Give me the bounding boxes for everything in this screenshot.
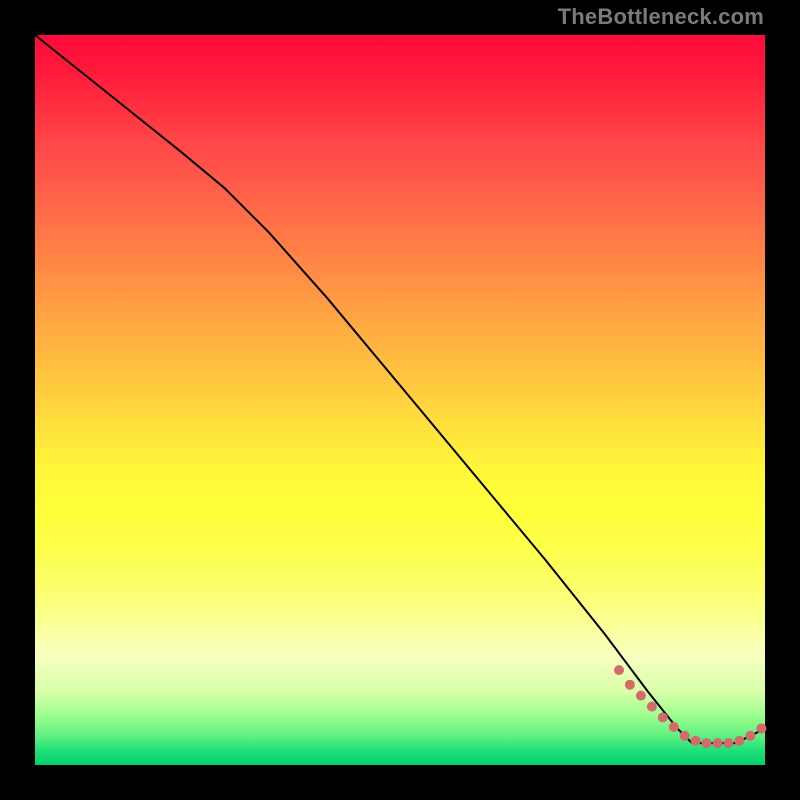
bottleneck-curve [35, 35, 765, 743]
data-point [647, 702, 657, 712]
data-point [702, 738, 712, 748]
data-point [691, 736, 701, 746]
data-point [756, 724, 766, 734]
data-point [713, 738, 723, 748]
data-point [724, 738, 734, 748]
data-point [614, 665, 624, 675]
data-point [658, 713, 668, 723]
data-point [745, 731, 755, 741]
data-point [734, 736, 744, 746]
data-point [625, 680, 635, 690]
data-point [680, 731, 690, 741]
plot-area [35, 35, 765, 765]
data-point [669, 722, 679, 732]
data-point [636, 691, 646, 701]
chart-svg [35, 35, 765, 765]
chart-container: TheBottleneck.com [0, 0, 800, 800]
watermark-text: TheBottleneck.com [558, 4, 764, 30]
